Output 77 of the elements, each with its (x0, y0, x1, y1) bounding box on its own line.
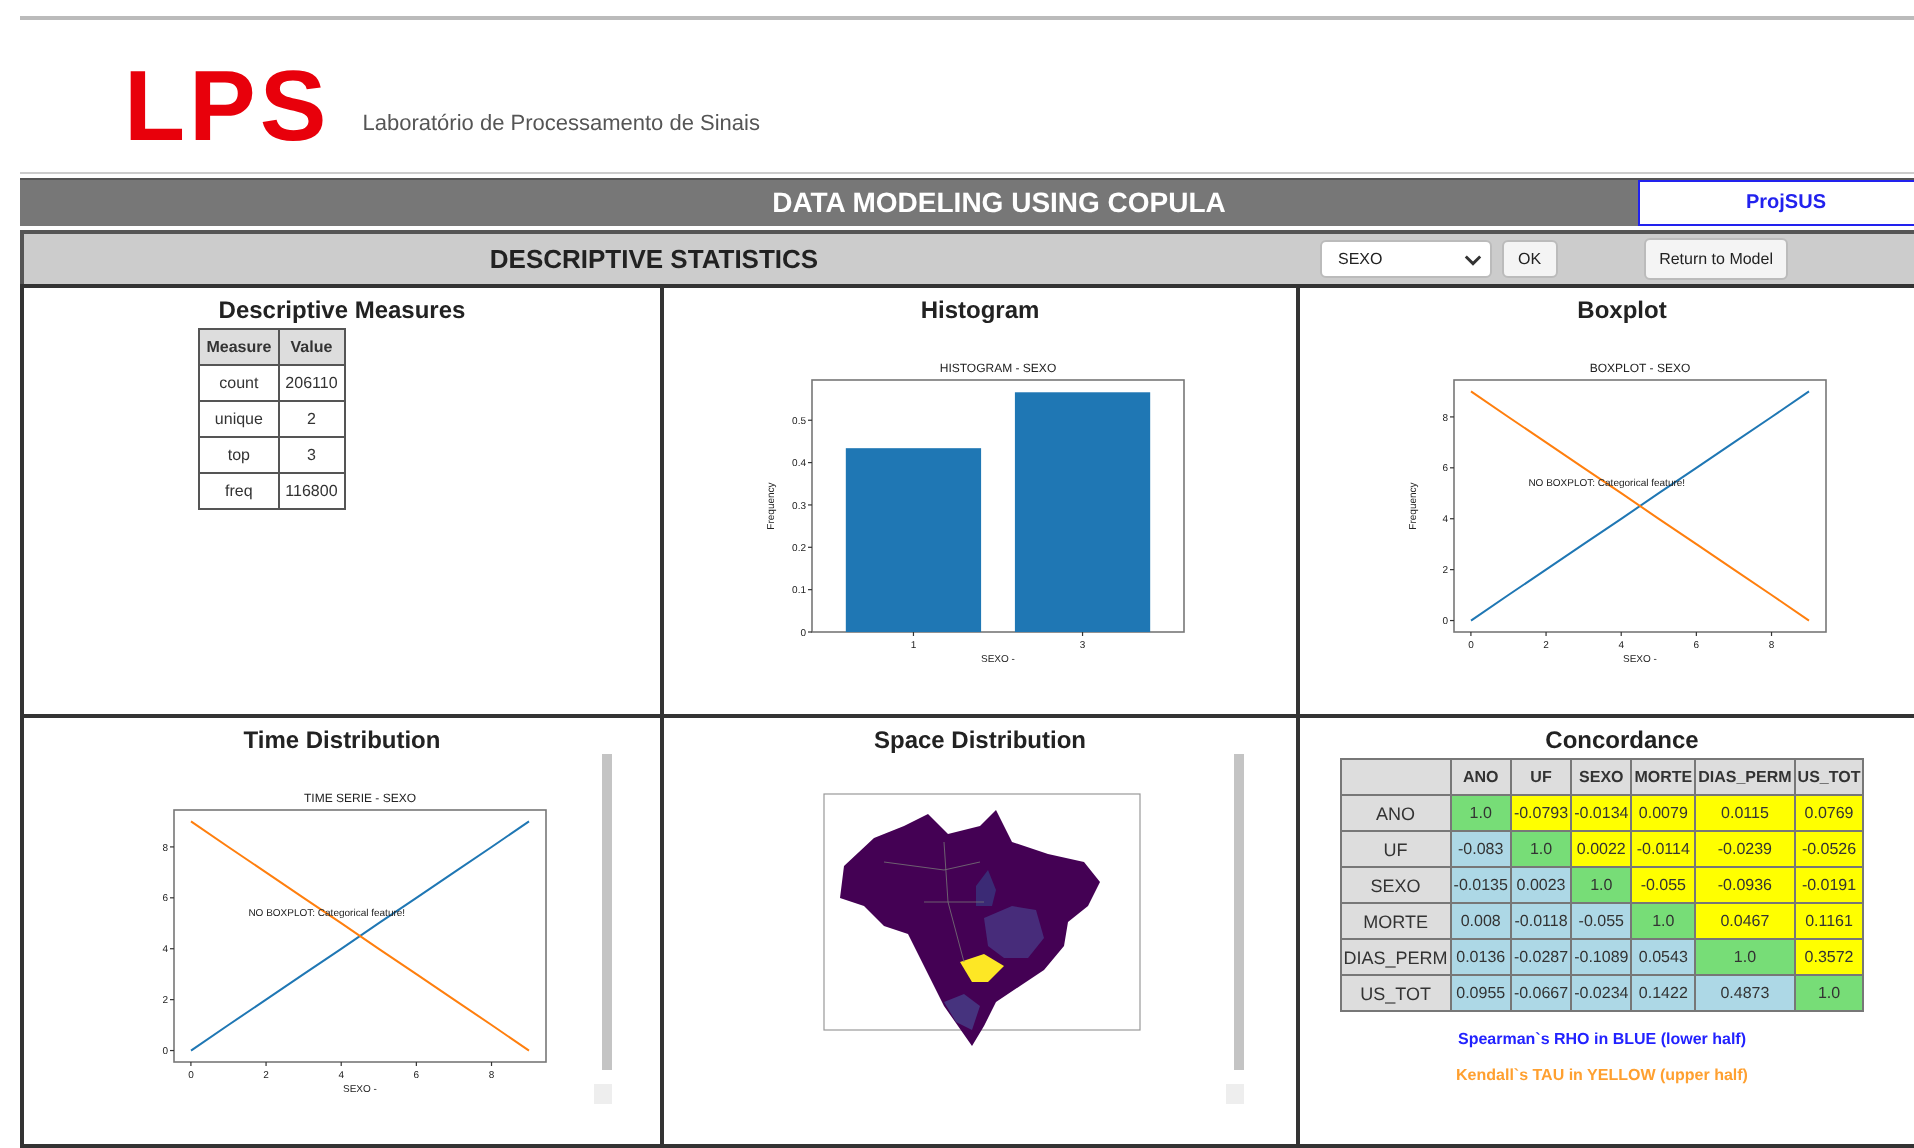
table-cell: top (199, 437, 279, 473)
table-cell: -0.083 (1450, 831, 1511, 867)
column-header: SEXO (1571, 759, 1632, 795)
table-cell: 1.0 (1794, 975, 1864, 1011)
table-cell: -0.0234 (1571, 975, 1632, 1011)
column-header: Value (278, 329, 345, 365)
table-cell: 0.0769 (1794, 795, 1864, 831)
return-button[interactable]: Return to Model (1643, 238, 1789, 280)
panel-title: Concordance (1543, 724, 1701, 754)
panel-title: Space Distribution (871, 724, 1088, 754)
table-cell: 0.1422 (1631, 975, 1696, 1011)
table-cell: 0.008 (1450, 903, 1511, 939)
table-cell: -0.0118 (1510, 903, 1572, 939)
table-cell: 1.0 (1631, 903, 1696, 939)
chevron-down-icon (1464, 253, 1482, 265)
table-cell: -0.0793 (1510, 795, 1572, 831)
row-header: ANO (1340, 795, 1451, 831)
row-header: US_TOT (1340, 975, 1451, 1011)
table-cell: -0.055 (1571, 903, 1632, 939)
table-cell: -0.0667 (1510, 975, 1572, 1011)
table-cell: -0.0239 (1695, 831, 1795, 867)
table-cell: 0.0079 (1631, 795, 1696, 831)
table-cell: -0.0191 (1794, 867, 1864, 903)
ok-button[interactable]: OK (1502, 240, 1558, 278)
column-header: MORTE (1631, 759, 1696, 795)
table-cell: 0.3572 (1794, 939, 1864, 975)
table-cell: 206110 (278, 365, 345, 401)
table-cell: 0.0136 (1450, 939, 1511, 975)
column-header: UF (1510, 759, 1572, 795)
scrollbar[interactable] (602, 754, 612, 1070)
table-cell: -0.1089 (1571, 939, 1632, 975)
column-header: ANO (1450, 759, 1511, 795)
section-title: DESCRIPTIVE STATISTICS (487, 244, 821, 274)
table-cell: 116800 (278, 473, 345, 509)
panel-title: Descriptive Measures (216, 294, 468, 324)
table-cell: 0.0022 (1571, 831, 1632, 867)
legend-text: Spearman`s RHO in BLUE (lower half) (1457, 1030, 1747, 1048)
table-cell: -0.0114 (1631, 831, 1696, 867)
table-cell: -0.0135 (1450, 867, 1511, 903)
table-cell: unique (199, 401, 279, 437)
scrollbar[interactable] (1234, 754, 1244, 1070)
row-header: DIAS_PERM (1340, 939, 1451, 975)
table-cell: 0.0543 (1631, 939, 1696, 975)
logo: LPS (124, 56, 331, 156)
table-cell: 2 (278, 401, 345, 437)
table-cell: 0.0467 (1695, 903, 1795, 939)
table-cell: -0.0936 (1695, 867, 1795, 903)
lab-name: Laboratório de Processamento de Sinais (362, 112, 760, 136)
table-cell: 0.0115 (1695, 795, 1795, 831)
table-cell: -0.0526 (1794, 831, 1864, 867)
table-cell: count (199, 365, 279, 401)
panel-title: Time Distribution (241, 724, 443, 754)
column-header: US_TOT (1794, 759, 1864, 795)
row-header: MORTE (1340, 903, 1451, 939)
table-cell: -0.0134 (1571, 795, 1632, 831)
panel-title: Boxplot (1575, 294, 1669, 324)
table-cell: -0.0287 (1510, 939, 1572, 975)
table-cell: -0.055 (1631, 867, 1696, 903)
table-cell: 1.0 (1571, 867, 1632, 903)
table-cell: 0.4873 (1695, 975, 1795, 1011)
table-cell: 0.0023 (1510, 867, 1572, 903)
table-cell: freq (199, 473, 279, 509)
feature-select[interactable]: SEXO (1320, 240, 1492, 278)
table-cell: 1.0 (1695, 939, 1795, 975)
table-cell: 1.0 (1510, 831, 1572, 867)
table-cell: 0.0955 (1450, 975, 1511, 1011)
column-header: Measure (199, 329, 279, 365)
panel-title: Histogram (918, 294, 1042, 324)
column-header: DIAS_PERM (1695, 759, 1795, 795)
table-cell: 1.0 (1450, 795, 1511, 831)
row-header: SEXO (1340, 867, 1451, 903)
table-cell: 0.1161 (1794, 903, 1864, 939)
row-header: UF (1340, 831, 1451, 867)
project-tab[interactable]: ProjSUS (1638, 180, 1914, 226)
page-title: DATA MODELING USING COPULA (770, 184, 1228, 222)
table-cell: 3 (278, 437, 345, 473)
legend-text: Kendall`s TAU in YELLOW (upper half) (1456, 1066, 1748, 1084)
